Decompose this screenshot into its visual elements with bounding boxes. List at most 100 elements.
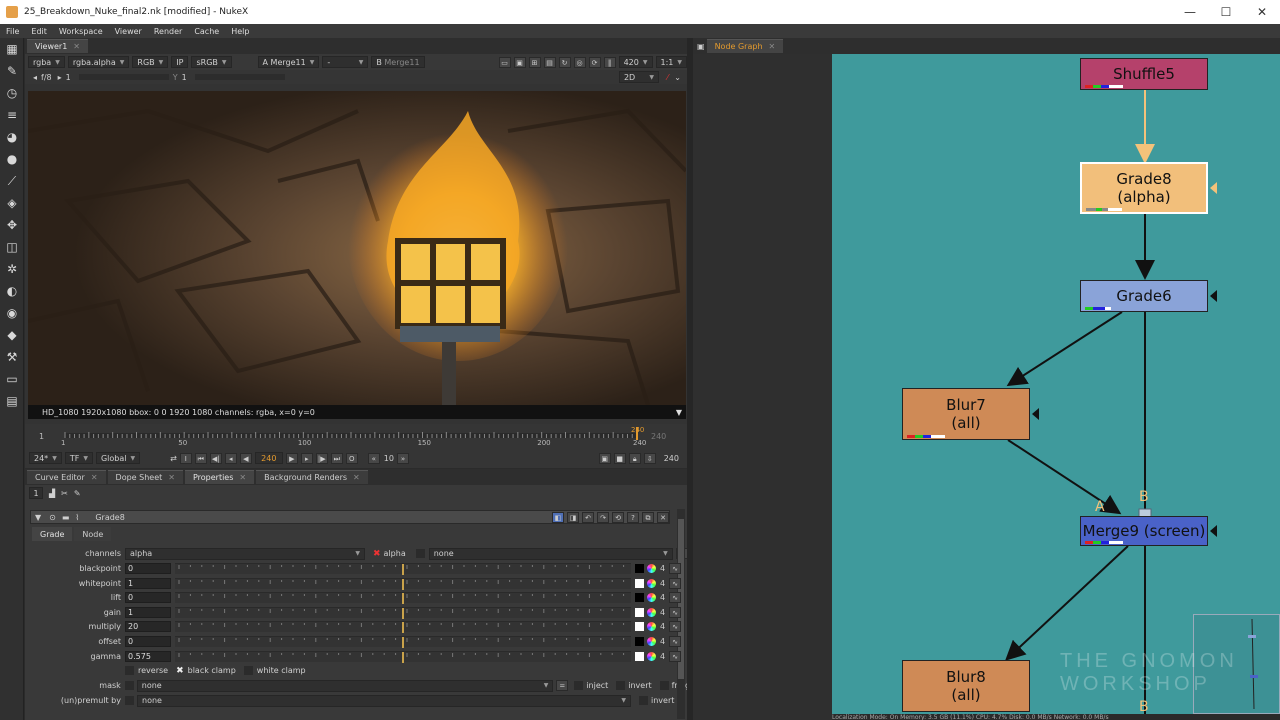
curve-icon[interactable]: ∿: [669, 592, 682, 604]
max-panels-field[interactable]: 1: [29, 487, 43, 499]
draw-tool-icon[interactable]: ✎: [0, 60, 24, 82]
none-select[interactable]: none ▼: [428, 547, 673, 560]
lut-dropdown[interactable]: sRGB ▼: [191, 56, 232, 68]
fringe-checkbox[interactable]: [659, 681, 669, 690]
color-swatch[interactable]: [635, 637, 644, 646]
inject-checkbox[interactable]: [574, 681, 584, 690]
premult-checkbox[interactable]: [125, 696, 134, 705]
zoom-dropdown[interactable]: 420 ▼: [618, 56, 653, 68]
knob-slider[interactable]: [175, 563, 631, 575]
curve-icon[interactable]: ∿: [669, 621, 682, 633]
clear-panels-icon[interactable]: ✂: [61, 489, 68, 498]
minimize-button[interactable]: —: [1172, 5, 1208, 19]
menu-viewer[interactable]: Viewer: [109, 27, 148, 36]
channel-count-button[interactable]: 4: [660, 652, 665, 661]
proxy-icon[interactable]: ◎: [573, 56, 586, 68]
filter-tool-icon[interactable]: ●: [0, 148, 24, 170]
pipette-icon[interactable]: ⌇: [75, 513, 79, 522]
fps-dropdown[interactable]: 24* ▼: [29, 452, 62, 464]
maximize-button[interactable]: ☐: [1208, 5, 1244, 19]
node-merge9[interactable]: Merge9 (screen): [1080, 516, 1208, 546]
node-grade8[interactable]: Grade8 (alpha): [1080, 162, 1208, 214]
channel-count-button[interactable]: 4: [660, 622, 665, 631]
expand-icon[interactable]: ⌄: [674, 73, 681, 82]
node-grade6[interactable]: Grade6: [1080, 280, 1208, 312]
next-frame-icon[interactable]: ▸: [300, 452, 313, 464]
knob-value-field[interactable]: 20: [125, 621, 171, 633]
knob-value-field[interactable]: 0: [125, 592, 171, 604]
gain-slider[interactable]: [78, 74, 169, 80]
knob-value-field[interactable]: 1: [125, 577, 171, 589]
merge-tool-icon[interactable]: ◈: [0, 192, 24, 214]
premult-select[interactable]: none ▼: [137, 694, 631, 707]
pipe-grade6-blur7[interactable]: [1006, 311, 1123, 387]
other-tool-icon[interactable]: ▭: [0, 368, 24, 390]
input-b-dropdown[interactable]: B Merge11: [371, 56, 425, 68]
channels-select[interactable]: alpha ▼: [125, 547, 365, 560]
channel-count-button[interactable]: 4: [660, 564, 665, 573]
close-icon[interactable]: ✕: [769, 42, 776, 51]
frame-small-value[interactable]: 1: [66, 73, 71, 82]
update-icon[interactable]: ⟳: [588, 56, 601, 68]
close-icon[interactable]: ✕: [91, 473, 98, 482]
close-icon[interactable]: ✕: [168, 473, 175, 482]
input-a-dropdown[interactable]: A Merge11 ▼: [257, 56, 320, 68]
mask-select[interactable]: none ▼: [136, 679, 554, 692]
black-clamp-check-icon[interactable]: ✖: [176, 666, 184, 676]
float-panel-icon[interactable]: ⧉: [642, 511, 654, 523]
knob-slider[interactable]: [175, 592, 631, 605]
viewer-image[interactable]: [28, 91, 686, 405]
redo-icon[interactable]: ↷: [597, 511, 609, 523]
flipbook-icon[interactable]: ▣: [598, 452, 611, 464]
scope-dropdown[interactable]: Global ▼: [95, 452, 141, 464]
loop-icon[interactable]: ⇄: [170, 454, 177, 463]
menu-render[interactable]: Render: [148, 27, 188, 36]
tab-grade[interactable]: Grade: [32, 527, 73, 541]
color-wheel-icon[interactable]: [647, 564, 656, 573]
lock-panel-icon[interactable]: ▟: [49, 489, 55, 498]
prev-frame-icon[interactable]: ◂: [224, 452, 237, 464]
color-wheel-icon[interactable]: [647, 651, 656, 661]
curve-icon[interactable]: ∿: [669, 577, 682, 589]
view-mode-dropdown[interactable]: 2D ▼: [618, 71, 659, 83]
prev-key-icon[interactable]: ◀|: [209, 452, 222, 464]
timeline-start[interactable]: 1: [39, 432, 44, 441]
revert-icon[interactable]: ⟲: [612, 511, 624, 523]
channel-count-button[interactable]: 4: [660, 608, 665, 617]
tab-node[interactable]: Node: [74, 527, 112, 541]
menu-cache[interactable]: Cache: [188, 27, 225, 36]
particles-tool-icon[interactable]: ✲: [0, 258, 24, 280]
tab-viewer1[interactable]: Viewer1 ✕: [27, 39, 88, 53]
menu-workspace[interactable]: Workspace: [53, 27, 109, 36]
views-tool-icon[interactable]: ◉: [0, 302, 24, 324]
ip-button[interactable]: IP: [171, 56, 189, 68]
first-frame-icon[interactable]: ⏮: [194, 452, 207, 464]
curve-icon[interactable]: ∿: [669, 606, 682, 618]
tab-curve-editor[interactable]: Curve Editor ✕: [27, 470, 106, 484]
color-wheel-icon[interactable]: [647, 622, 656, 632]
metadata-tool-icon[interactable]: ◆: [0, 324, 24, 346]
node-blur7-mask-arrow[interactable]: [1032, 408, 1039, 420]
overlay-icon[interactable]: ▣: [513, 56, 526, 68]
timeline-end[interactable]: 240: [651, 432, 666, 441]
input-icon[interactable]: ▬: [62, 513, 70, 522]
knob-slider[interactable]: [175, 650, 631, 663]
knob-slider[interactable]: [175, 621, 631, 634]
tab-properties[interactable]: Properties ✕: [184, 470, 255, 484]
alpha-channel-dropdown[interactable]: rgba.alpha ▼: [67, 56, 130, 68]
end-frame[interactable]: 240: [664, 454, 679, 463]
menu-edit[interactable]: Edit: [25, 27, 53, 36]
gamma-slider[interactable]: [194, 74, 285, 80]
knob-slider[interactable]: [175, 636, 631, 648]
step-value[interactable]: 10: [384, 454, 394, 463]
next-key-icon[interactable]: |▶: [315, 452, 328, 464]
last-frame-icon[interactable]: ⏭: [330, 452, 343, 464]
step-forward-icon[interactable]: »: [396, 452, 409, 464]
ratio-dropdown[interactable]: 1:1 ▼: [655, 56, 687, 68]
node-color-icon[interactable]: ◧: [552, 511, 564, 523]
premult-invert-checkbox[interactable]: [639, 696, 648, 705]
color-picker-icon[interactable]: ⁄: [667, 73, 668, 82]
curve-icon[interactable]: ∿: [669, 636, 682, 647]
in-point-icon[interactable]: I: [179, 452, 192, 464]
y-value[interactable]: 1: [182, 73, 187, 82]
